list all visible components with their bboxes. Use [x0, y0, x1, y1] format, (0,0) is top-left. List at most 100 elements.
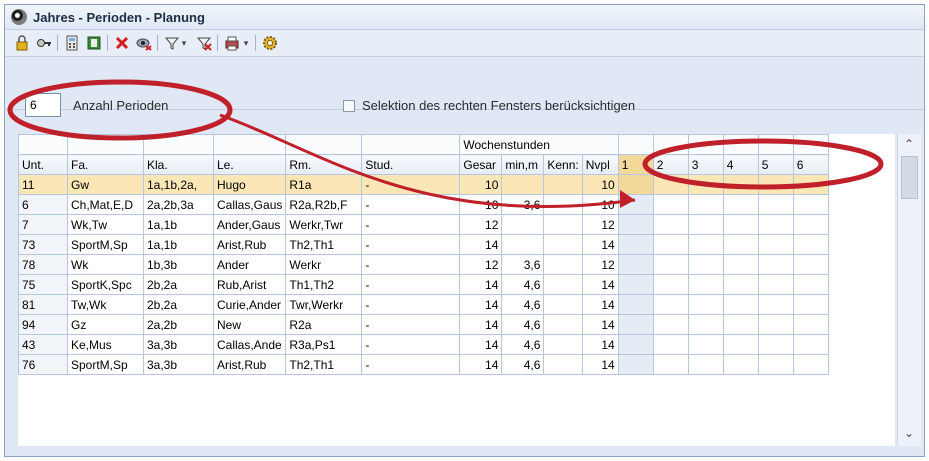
cell-nvpl[interactable]: 10	[581, 174, 619, 195]
cell-ges[interactable]: 12	[459, 214, 503, 235]
cell-period-6[interactable]	[792, 234, 829, 255]
cell-stud[interactable]: -	[361, 354, 461, 375]
cell-period-6[interactable]	[792, 314, 829, 335]
cell-kenn[interactable]	[543, 174, 583, 195]
cell-nvpl[interactable]: 14	[581, 314, 619, 335]
cell-period-4[interactable]	[722, 174, 759, 195]
cell-ges[interactable]: 14	[459, 274, 503, 295]
cell-nvpl[interactable]: 14	[581, 274, 619, 295]
col-header[interactable]: Unt.	[18, 154, 68, 175]
cell-rm[interactable]: Th1,Th2	[285, 274, 363, 295]
cell-period-1[interactable]	[617, 314, 654, 335]
cell-fa[interactable]: Ke,Mus	[67, 334, 144, 355]
cell-nvpl[interactable]: 10	[581, 194, 619, 215]
cell-fa[interactable]: Wk	[67, 254, 144, 275]
cell-min[interactable]: 4,6	[501, 354, 545, 375]
cell-period-3[interactable]	[687, 174, 724, 195]
cell-min[interactable]: 3,6	[501, 254, 545, 275]
cell-period-5[interactable]	[757, 334, 794, 355]
table-row[interactable]: 75 SportK,Spc 2b,2a Rub,Arist Th1,Th2-14 4,6 1…	[18, 274, 829, 295]
cell-period-4[interactable]	[722, 334, 759, 355]
cell-period-6[interactable]	[792, 354, 829, 375]
col-header[interactable]: 4	[722, 154, 759, 175]
cell-le[interactable]: Hugo	[212, 174, 287, 195]
table-row[interactable]: 78 Wk 1b,3b Ander Werkr -12 3,6 12	[18, 254, 829, 275]
cell-kenn[interactable]	[543, 314, 583, 335]
cell-fa[interactable]: SportM,Sp	[67, 354, 144, 375]
cell-kla[interactable]: 3a,3b	[143, 334, 214, 355]
cell-stud[interactable]: -	[361, 314, 461, 335]
cell-period-4[interactable]	[722, 294, 759, 315]
cell-period-2[interactable]	[652, 274, 689, 295]
cell-kla[interactable]: 1a,1b,2a,	[143, 174, 214, 195]
table-row[interactable]: 6 Ch,Mat,E,D 2a,2b,3a Callas,Gaus R2a,R2b,F -…	[18, 194, 829, 215]
cell-unt[interactable]: 43	[18, 334, 68, 355]
cell-period-5[interactable]	[757, 254, 794, 275]
cell-period-3[interactable]	[687, 214, 724, 235]
cell-rm[interactable]: R2a	[285, 314, 363, 335]
cell-period-2[interactable]	[652, 294, 689, 315]
cell-le[interactable]: Ander	[212, 254, 287, 275]
cell-le[interactable]: Ander,Gaus	[212, 214, 287, 235]
cell-period-2[interactable]	[652, 194, 689, 215]
cell-fa[interactable]: SportK,Spc	[67, 274, 144, 295]
cell-period-3[interactable]	[687, 194, 724, 215]
cell-ges[interactable]: 10	[459, 194, 503, 215]
cell-rm[interactable]: Twr,Werkr	[285, 294, 363, 315]
cell-period-4[interactable]	[722, 274, 759, 295]
cell-period-5[interactable]	[757, 174, 794, 195]
cell-period-4[interactable]	[722, 254, 759, 275]
cell-min[interactable]: 4,6	[501, 294, 545, 315]
cell-period-5[interactable]	[757, 354, 794, 375]
cell-ges[interactable]: 12	[459, 254, 503, 275]
cell-period-6[interactable]	[792, 294, 829, 315]
cell-period-1[interactable]	[617, 174, 654, 195]
cell-period-5[interactable]	[757, 314, 794, 335]
col-header[interactable]: 6	[792, 154, 829, 175]
cell-kla[interactable]: 2a,2b,3a	[143, 194, 214, 215]
cell-period-2[interactable]	[652, 334, 689, 355]
cell-unt[interactable]: 81	[18, 294, 68, 315]
table-row[interactable]: 76 SportM,Sp 3a,3b Arist,Rub Th2,Th1-14 4,6 14	[18, 354, 829, 375]
cell-period-6[interactable]	[792, 174, 829, 195]
cell-kenn[interactable]	[543, 274, 583, 295]
cell-period-4[interactable]	[722, 214, 759, 235]
cell-ges[interactable]: 14	[459, 354, 503, 375]
col-header[interactable]: Stud.	[361, 154, 461, 175]
cell-period-2[interactable]	[652, 234, 689, 255]
cell-unt[interactable]: 75	[18, 274, 68, 295]
cell-kla[interactable]: 2b,2a	[143, 274, 214, 295]
scroll-up-arrow-icon[interactable]: ⌃	[901, 137, 917, 151]
cell-period-6[interactable]	[792, 194, 829, 215]
cell-stud[interactable]: -	[361, 234, 461, 255]
cell-period-4[interactable]	[722, 194, 759, 215]
cell-rm[interactable]: Th2,Th1	[285, 354, 363, 375]
col-header[interactable]: Rm.	[285, 154, 363, 175]
cell-stud[interactable]: -	[361, 254, 461, 275]
cell-unt[interactable]: 7	[18, 214, 68, 235]
cell-period-2[interactable]	[652, 314, 689, 335]
table-row[interactable]: 73 SportM,Sp 1a,1b Arist,Rub Th2,Th1-14 14	[18, 234, 829, 255]
cell-period-1[interactable]	[617, 214, 654, 235]
cell-period-2[interactable]	[652, 214, 689, 235]
cell-min[interactable]	[501, 214, 545, 235]
cell-le[interactable]: Curie,Ander	[212, 294, 287, 315]
calculator-icon[interactable]	[63, 34, 81, 52]
cell-rm[interactable]: R2a,R2b,F	[285, 194, 363, 215]
cell-period-2[interactable]	[652, 354, 689, 375]
cell-ges[interactable]: 10	[459, 174, 503, 195]
cell-le[interactable]: Callas,Ande	[212, 334, 287, 355]
settings-gear-icon[interactable]	[261, 34, 279, 52]
cell-rm[interactable]: Werkr,Twr	[285, 214, 363, 235]
cell-period-1[interactable]	[617, 274, 654, 295]
cell-nvpl[interactable]: 14	[581, 294, 619, 315]
cell-period-6[interactable]	[792, 334, 829, 355]
cell-stud[interactable]: -	[361, 174, 461, 195]
cell-rm[interactable]: Th2,Th1	[285, 234, 363, 255]
cell-kenn[interactable]	[543, 194, 583, 215]
cell-kenn[interactable]	[543, 214, 583, 235]
cell-stud[interactable]: -	[361, 194, 461, 215]
print-icon[interactable]	[223, 34, 241, 52]
vertical-scrollbar[interactable]: ⌃ ⌄	[897, 134, 921, 446]
cell-period-5[interactable]	[757, 234, 794, 255]
